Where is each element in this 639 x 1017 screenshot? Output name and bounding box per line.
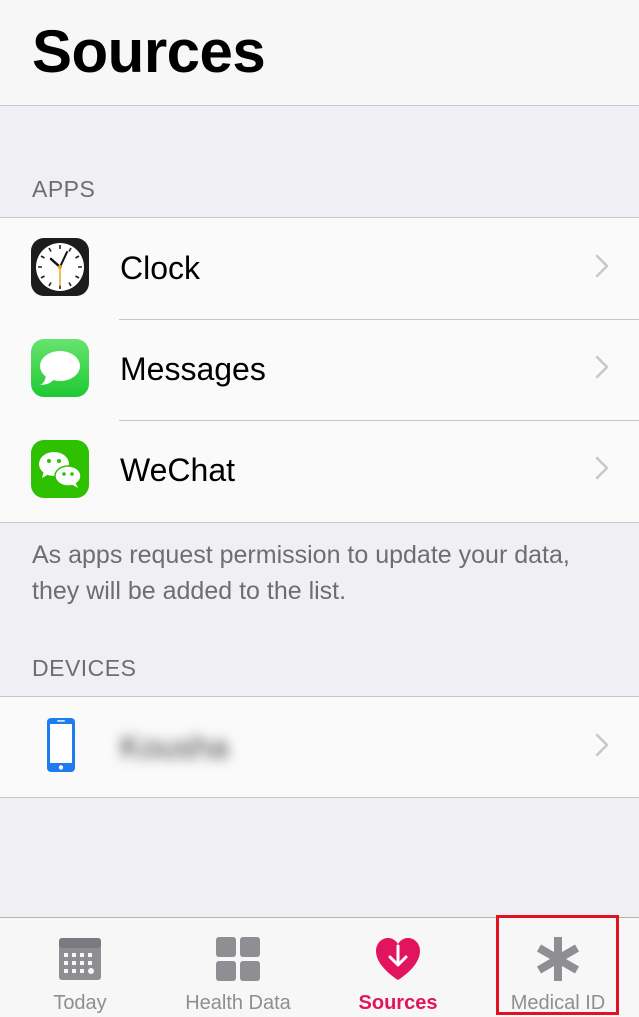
medical-id-highlight-box <box>496 915 619 1015</box>
iphone-icon <box>47 718 75 772</box>
app-label: Messages <box>120 351 266 387</box>
page-title: Sources <box>32 18 266 85</box>
apps-list: Clock Messages WeChat <box>0 217 639 523</box>
chevron-right-icon <box>595 355 609 379</box>
tab-sources[interactable]: Sources <box>318 918 478 1017</box>
calendar-icon <box>59 938 101 980</box>
chevron-right-icon <box>595 456 609 480</box>
wechat-icon <box>31 440 89 498</box>
app-row-clock[interactable]: Clock <box>0 218 639 319</box>
grid-icon <box>216 937 260 981</box>
tab-label: Today <box>53 992 107 1014</box>
tab-today[interactable]: Today <box>0 918 160 1017</box>
clock-icon <box>31 238 89 296</box>
tab-label: Sources <box>358 992 438 1014</box>
app-label: WeChat <box>120 452 236 488</box>
app-label: Clock <box>120 250 201 286</box>
tab-health-data[interactable]: Health Data <box>158 918 318 1017</box>
chevron-right-icon <box>595 733 609 757</box>
devices-section-header: DEVICES <box>32 655 137 681</box>
chevron-right-icon <box>595 254 609 278</box>
messages-icon <box>31 339 89 397</box>
app-row-messages[interactable]: Messages <box>0 319 639 420</box>
navigation-header: Sources <box>0 0 639 106</box>
tab-label: Health Data <box>185 992 291 1014</box>
device-label: Kousha <box>120 729 229 765</box>
heart-download-icon <box>376 938 420 980</box>
devices-list: Kousha <box>0 696 639 798</box>
device-row[interactable]: Kousha <box>0 697 639 798</box>
apps-section-footer: As apps request permission to update you… <box>32 541 570 605</box>
app-row-wechat[interactable]: WeChat <box>0 420 639 521</box>
apps-section-header: APPS <box>32 176 96 202</box>
